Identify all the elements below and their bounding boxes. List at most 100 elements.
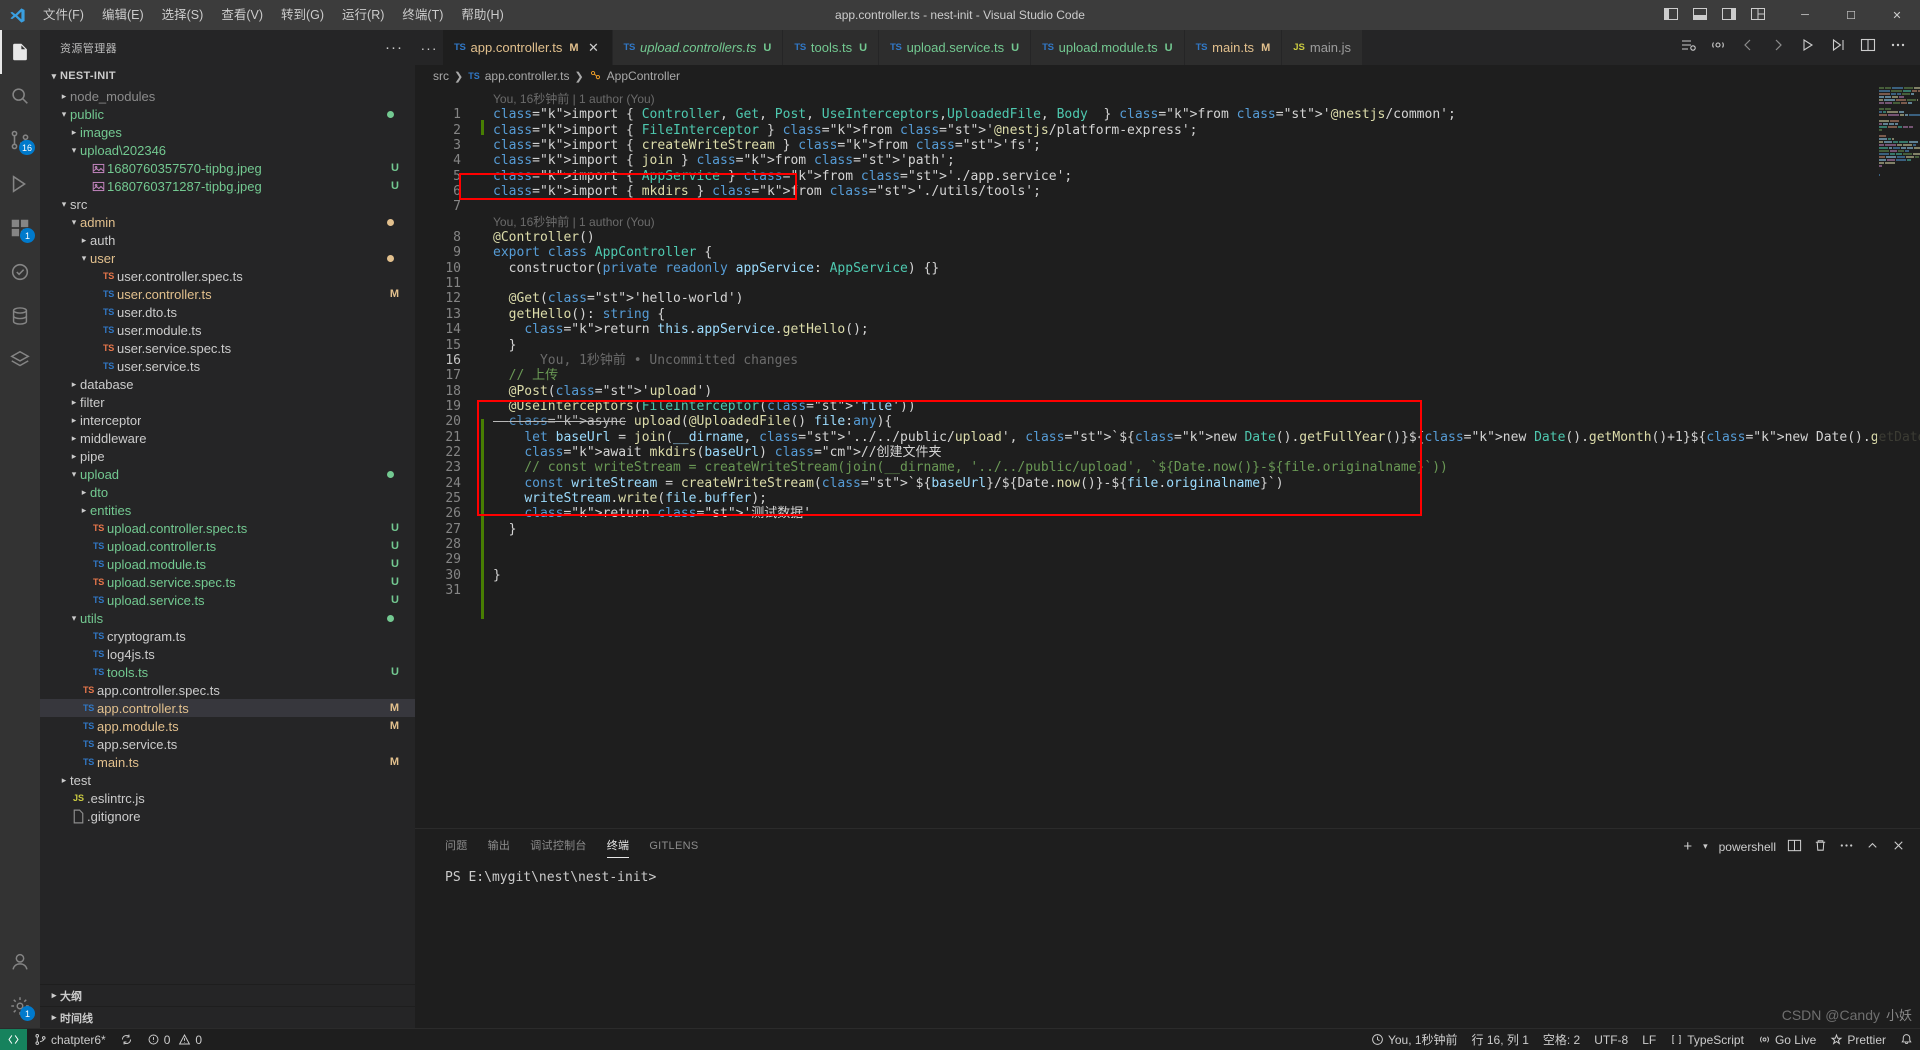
panel-tab-debug-console[interactable]: 调试控制台	[520, 829, 597, 864]
menu-view[interactable]: 查看(V)	[212, 0, 272, 30]
panel-tab-terminal[interactable]: 终端	[597, 829, 640, 864]
tree-item[interactable]: ▸ interceptor	[40, 411, 415, 429]
maximize-button[interactable]: ☐	[1828, 0, 1874, 30]
status-git-blame[interactable]: You, 1秒钟前	[1364, 1029, 1465, 1050]
menu-terminal[interactable]: 终端(T)	[393, 0, 452, 30]
status-language-mode[interactable]: TypeScript	[1663, 1029, 1751, 1050]
code-line[interactable]: 19 @UseInterceptors(FileInterceptor(clas…	[415, 399, 1920, 414]
menu-edit[interactable]: 编辑(E)	[93, 0, 153, 30]
code-line[interactable]: 21 let baseUrl = join(__dirname, class="…	[415, 430, 1920, 445]
customize-layout-icon[interactable]	[1750, 6, 1766, 25]
code-line[interactable]: 24 const writeStream = createWriteStream…	[415, 476, 1920, 491]
code-line[interactable]: 28	[415, 537, 1920, 552]
tree-item[interactable]: TS upload.service.spec.ts U	[40, 573, 415, 591]
project-root-header[interactable]: ▾ NEST-INIT	[40, 65, 415, 87]
code-editor[interactable]: You, 16秒钟前 | 1 author (You) 1 class="k">im…	[415, 87, 1920, 828]
terminal-dropdown-icon[interactable]: ▾	[1703, 841, 1708, 852]
code-line[interactable]: 7	[415, 199, 1920, 214]
tree-item[interactable]: .gitignore	[40, 807, 415, 825]
code-line[interactable]: 12 @Get(class="st">'hello-world')	[415, 291, 1920, 306]
code-line[interactable]: 9 export class AppController {	[415, 245, 1920, 260]
code-line[interactable]: 20 class="k">async upload(@UploadedFile(…	[415, 414, 1920, 429]
status-notifications[interactable]	[1893, 1029, 1920, 1050]
toggle-secondary-sidebar-icon[interactable]	[1721, 6, 1737, 25]
code-line[interactable]: 10 constructor(private readonly appServi…	[415, 261, 1920, 276]
toggle-primary-sidebar-icon[interactable]	[1663, 6, 1679, 25]
activity-testing-icon[interactable]	[0, 250, 40, 294]
code-line[interactable]: 15 }	[415, 338, 1920, 353]
tree-item[interactable]: ▾ utils	[40, 609, 415, 627]
tree-item[interactable]: TS user.controller.ts M	[40, 285, 415, 303]
tree-item[interactable]: TS user.dto.ts	[40, 303, 415, 321]
status-go-live[interactable]: Go Live	[1751, 1029, 1823, 1050]
panel-tab-output[interactable]: 输出	[478, 829, 521, 864]
activity-explorer-icon[interactable]	[0, 30, 40, 74]
tree-item[interactable]: TS user.service.spec.ts	[40, 339, 415, 357]
code-line[interactable]: 22 class="k">await mkdirs(baseUrl) class…	[415, 445, 1920, 460]
terminal-shell-name[interactable]: powershell	[1719, 840, 1776, 854]
menu-bar[interactable]: 文件(F) 编辑(E) 选择(S) 查看(V) 转到(G) 运行(R) 终端(T…	[34, 0, 513, 30]
tree-item[interactable]: ▸ database	[40, 375, 415, 393]
editor-tab[interactable]: TS app.controller.ts M ✕	[443, 30, 613, 65]
panel-tab-gitlens[interactable]: GITLENS	[639, 829, 708, 864]
editor-tab[interactable]: JS main.js	[1282, 30, 1363, 65]
breadcrumb-file[interactable]: app.controller.ts	[485, 69, 570, 83]
close-button[interactable]: ✕	[1874, 0, 1920, 30]
code-line[interactable]: 26 class="k">return class="st">'测试数据'	[415, 506, 1920, 521]
code-line[interactable]: 2 class="k">import { FileInterceptor } cl…	[415, 123, 1920, 138]
tree-item[interactable]: TS user.service.ts	[40, 357, 415, 375]
status-cursor-position[interactable]: 行 16, 列 1	[1465, 1029, 1536, 1050]
activity-source-control-icon[interactable]: 16	[0, 118, 40, 162]
split-editor-icon[interactable]	[1860, 37, 1876, 58]
status-problems[interactable]: 0 0	[140, 1029, 209, 1050]
editor-tab[interactable]: TS upload.controllers.ts U	[613, 30, 784, 65]
tree-item[interactable]: JS .eslintrc.js	[40, 789, 415, 807]
code-line[interactable]: 16 You, 1秒钟前 • Uncommitted changes	[415, 353, 1920, 368]
toggle-panel-icon[interactable]	[1692, 6, 1708, 25]
tree-item[interactable]: TS main.ts M	[40, 753, 415, 771]
sidebar-more-actions-icon[interactable]: ···	[385, 39, 403, 56]
code-line[interactable]: 17 // 上传	[415, 368, 1920, 383]
tree-item[interactable]: TS app.module.ts M	[40, 717, 415, 735]
tree-item[interactable]: TS tools.ts U	[40, 663, 415, 681]
remote-indicator[interactable]	[0, 1029, 27, 1050]
editor-tab[interactable]: TS upload.service.ts U	[879, 30, 1031, 65]
code-line[interactable]: 6 class="k">import { mkdirs } class="k">f…	[415, 184, 1920, 199]
status-eol[interactable]: LF	[1635, 1029, 1663, 1050]
tree-item[interactable]: TS upload.controller.spec.ts U	[40, 519, 415, 537]
status-sync[interactable]	[113, 1029, 140, 1050]
tree-item[interactable]: ▾ user	[40, 249, 415, 267]
tree-item[interactable]: ▾ admin	[40, 213, 415, 231]
tree-item[interactable]: ▸ pipe	[40, 447, 415, 465]
activity-account-icon[interactable]	[0, 940, 40, 984]
new-terminal-icon[interactable]: +	[1683, 838, 1692, 855]
code-line[interactable]: 1 class="k">import { Controller, Get, Pos…	[415, 107, 1920, 122]
menu-help[interactable]: 帮助(H)	[452, 0, 512, 30]
tree-item[interactable]: TS user.controller.spec.ts	[40, 267, 415, 285]
activity-settings-icon[interactable]: 1	[0, 984, 40, 1028]
split-preview-icon[interactable]	[1680, 37, 1696, 58]
breadcrumb-folder[interactable]: src	[433, 69, 449, 83]
activity-layers-icon[interactable]	[0, 338, 40, 382]
editor-tab[interactable]: TS upload.module.ts U	[1031, 30, 1185, 65]
tree-item[interactable]: TS user.module.ts	[40, 321, 415, 339]
code-line[interactable]: 5 class="k">import { AppService } class="…	[415, 169, 1920, 184]
code-line[interactable]: 13 getHello(): string {	[415, 307, 1920, 322]
split-terminal-icon[interactable]	[1787, 838, 1802, 856]
code-line[interactable]: 11	[415, 276, 1920, 291]
tree-item[interactable]: ▾ public	[40, 105, 415, 123]
code-line[interactable]: 14 class="k">return this.appService.getH…	[415, 322, 1920, 337]
tree-item[interactable]: ▾ src	[40, 195, 415, 213]
kill-terminal-icon[interactable]	[1813, 838, 1828, 856]
tree-item[interactable]: TS cryptogram.ts	[40, 627, 415, 645]
code-line[interactable]: 29	[415, 552, 1920, 567]
tree-item[interactable]: ▸ dto	[40, 483, 415, 501]
tree-item[interactable]: TS app.controller.spec.ts	[40, 681, 415, 699]
tree-item[interactable]: ▸ middleware	[40, 429, 415, 447]
activity-database-icon[interactable]	[0, 294, 40, 338]
panel-more-actions-icon[interactable]	[1839, 838, 1854, 856]
run-and-debug-icon[interactable]	[1830, 37, 1846, 58]
code-line[interactable]: 18 @Post(class="st">'upload')	[415, 384, 1920, 399]
status-encoding[interactable]: UTF-8	[1587, 1029, 1635, 1050]
minimize-button[interactable]: ─	[1782, 0, 1828, 30]
